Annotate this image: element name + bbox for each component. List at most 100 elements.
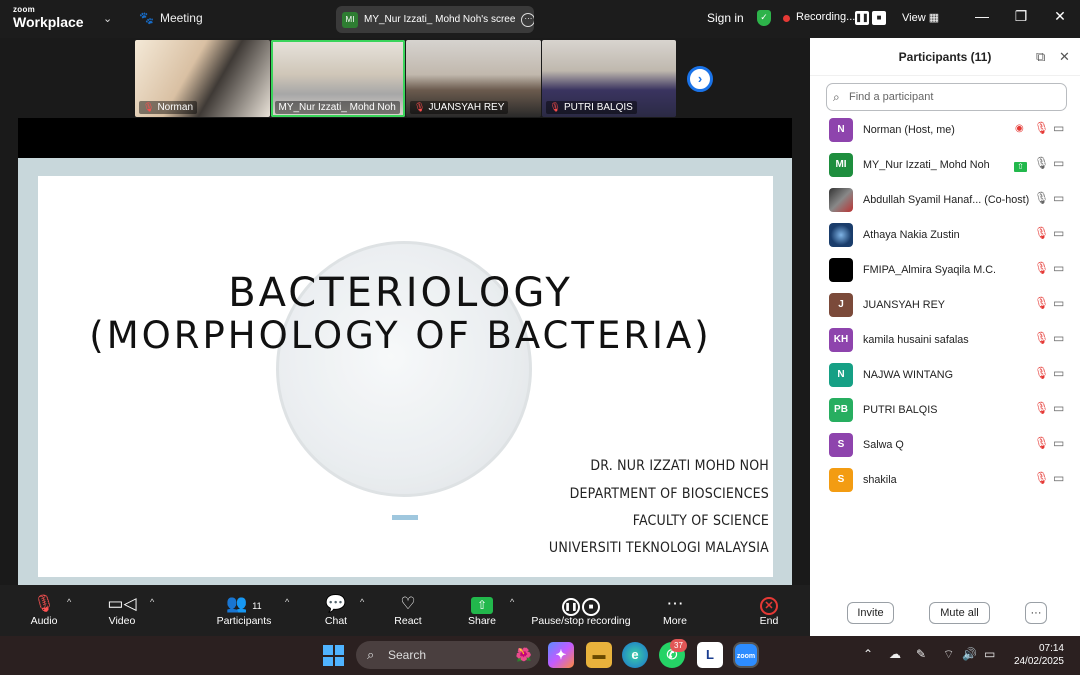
audio-button[interactable]: 🎙 Audio — [28, 593, 60, 627]
camera-off-icon[interactable]: ▭ — [1053, 366, 1064, 380]
author-line: DR. NUR IZZATI MOHD NOH — [590, 458, 769, 474]
file-explorer-icon[interactable]: ▬ — [586, 642, 612, 668]
mic-muted-icon[interactable]: 🎙 — [1034, 226, 1049, 240]
camera-off-icon[interactable]: ▭ — [1053, 156, 1064, 170]
taskbar-clock[interactable]: 07:14 24/02/2025 — [1010, 642, 1064, 668]
camera-off-icon[interactable]: ▭ — [1053, 331, 1064, 345]
camera-off-icon[interactable]: ▭ — [1053, 436, 1064, 450]
share-options-caret-icon[interactable]: ^ — [510, 597, 514, 607]
participant-row[interactable]: N Norman (Host, me) ◉ 🎙 ▭ — [810, 113, 1080, 148]
copilot-icon[interactable]: ✦ — [548, 642, 574, 668]
pause-stop-recording-button[interactable]: ❚❚ ■ Pause/stop recording — [530, 593, 632, 627]
close-panel-icon[interactable]: ✕ — [1059, 49, 1070, 65]
participant-row[interactable]: Abdullah Syamil Hanaf... (Co-host) 🎙 ▭ — [810, 183, 1080, 218]
faculty-line: FACULTY OF SCIENCE — [632, 513, 769, 529]
screen-share-indicator[interactable]: MI MY_Nur Izzati_ Mohd Noh's scree ··· — [336, 6, 534, 33]
participant-row[interactable]: N NAJWA WINTANG 🎙 ▭ — [810, 358, 1080, 393]
windows-start-icon[interactable] — [323, 645, 344, 666]
wifi-icon[interactable]: ⌔ — [943, 647, 954, 662]
react-button[interactable]: ♡ React — [392, 593, 424, 627]
participant-name: Norman (Host, me) — [863, 124, 955, 136]
app-l-icon[interactable]: L — [697, 642, 723, 668]
participant-row[interactable]: S Salwa Q 🎙 ▭ — [810, 428, 1080, 463]
restore-icon[interactable]: ❐ — [1011, 8, 1031, 25]
battery-icon[interactable]: ▭ — [984, 647, 995, 661]
video-tile-putri[interactable]: 🎙 PUTRI BALQIS — [541, 40, 676, 117]
mic-muted-icon[interactable]: 🎙 — [1034, 121, 1049, 135]
participant-name: Salwa Q — [863, 439, 904, 451]
participant-row[interactable]: KH kamila husaini safalas 🎙 ▭ — [810, 323, 1080, 358]
participant-row[interactable]: S shakila 🎙 ▭ — [810, 463, 1080, 498]
chevron-down-icon[interactable]: ⌄ — [103, 12, 112, 25]
participant-row[interactable]: PB PUTRI BALQIS 🎙 ▭ — [810, 393, 1080, 428]
mic-muted-icon[interactable]: 🎙 — [1034, 471, 1049, 485]
sign-in-link[interactable]: Sign in — [707, 11, 744, 25]
search-input[interactable]: ⌕ Find a participant — [826, 83, 1067, 111]
camera-off-icon[interactable]: ▭ — [1053, 261, 1064, 275]
camera-off-icon[interactable]: ▭ — [1053, 296, 1064, 310]
security-shield-icon[interactable]: ✓ — [757, 10, 771, 26]
chat-icon: 💬 — [325, 594, 347, 613]
invite-button[interactable]: Invite — [847, 602, 894, 624]
chat-button[interactable]: 💬 Chat — [322, 593, 350, 627]
pen-icon[interactable]: ✎ — [916, 647, 926, 661]
more-options-icon[interactable]: ··· — [521, 12, 534, 27]
share-screen-icon: ⇧ — [471, 597, 493, 614]
zoom-taskbar-icon[interactable]: zoom — [733, 642, 759, 668]
participants-button[interactable]: 👥 11 Participants — [213, 593, 275, 627]
participant-row[interactable]: FMIPA_Almira Syaqila M.C. 🎙 ▭ — [810, 253, 1080, 288]
view-menu[interactable]: View ▦ — [902, 11, 939, 24]
participants-count: 11 — [252, 601, 262, 611]
stop-recording-button[interactable]: ■ — [872, 11, 886, 25]
audio-options-caret-icon[interactable]: ^ — [67, 597, 71, 607]
video-button[interactable]: ▭◁ Video — [104, 593, 140, 627]
mic-muted-icon[interactable]: 🎙 — [1034, 331, 1049, 345]
edge-browser-icon[interactable]: e — [622, 642, 648, 668]
shared-screen: BACTERIOLOGY (MORPHOLOGY OF BACTERIA) DR… — [18, 158, 792, 585]
participants-options-caret-icon[interactable]: ^ — [285, 597, 289, 607]
tray-chevron-icon[interactable]: ⌃ — [863, 647, 873, 661]
close-icon[interactable]: ✕ — [1050, 8, 1070, 25]
end-call-icon: ✕ — [760, 597, 778, 615]
meeting-menu[interactable]: 🐾 Meeting — [139, 11, 203, 25]
minimize-icon[interactable]: — — [972, 8, 992, 24]
mic-muted-icon[interactable]: 🎙 — [1034, 296, 1049, 310]
participant-row[interactable]: J JUANSYAH REY 🎙 ▭ — [810, 288, 1080, 323]
slide-subtitle: (MORPHOLOGY OF BACTERIA) — [89, 314, 712, 357]
video-tile-juansyah[interactable]: 🎙 JUANSYAH REY — [406, 40, 541, 117]
mic-on-icon[interactable]: 🎙 — [1034, 156, 1049, 170]
mic-muted-icon: 🎙 — [549, 102, 561, 112]
pop-out-icon[interactable]: ⧉ — [1036, 49, 1045, 65]
windows-taskbar: ⌕ Search 🌺 ✦ ▬ e ✆ 37 L zoom ⌃ ☁ ✎ ⌔ 🔊 ▭… — [0, 636, 1080, 675]
video-tile-nur-izzati[interactable]: MY_Nur Izzati_ Mohd Noh — [270, 40, 405, 117]
pause-recording-button[interactable]: ❚❚ — [855, 11, 869, 25]
camera-off-icon[interactable]: ▭ — [1053, 226, 1064, 240]
camera-off-icon[interactable]: ▭ — [1053, 191, 1064, 205]
more-button[interactable]: ⋯ More — [660, 593, 690, 627]
volume-icon[interactable]: 🔊 — [962, 647, 977, 661]
participant-row[interactable]: MI MY_Nur Izzati_ Mohd Noh ⇧ 🎙 ▭ — [810, 148, 1080, 183]
mute-all-button[interactable]: Mute all — [929, 602, 990, 624]
zoom-workplace-logo[interactable]: zoom Workplace — [13, 6, 84, 30]
video-options-caret-icon[interactable]: ^ — [150, 597, 154, 607]
camera-off-icon[interactable]: ▭ — [1053, 401, 1064, 415]
heart-icon: ♡ — [400, 594, 416, 613]
clock-time: 07:14 — [1038, 643, 1064, 654]
mic-muted-icon[interactable]: 🎙 — [1034, 436, 1049, 450]
share-button[interactable]: ⇧ Share — [466, 593, 498, 627]
camera-off-icon[interactable]: ▭ — [1053, 471, 1064, 485]
chat-options-caret-icon[interactable]: ^ — [360, 597, 364, 607]
video-tile-norman[interactable]: 🎙 Norman — [135, 40, 270, 117]
mic-on-icon[interactable]: 🎙 — [1034, 191, 1049, 205]
mic-muted-icon[interactable]: 🎙 — [1034, 261, 1049, 275]
next-page-arrow-icon[interactable]: › — [687, 66, 713, 92]
camera-off-icon[interactable]: ▭ — [1053, 121, 1064, 135]
avatar: N — [829, 363, 853, 387]
taskbar-search[interactable]: ⌕ Search 🌺 — [356, 641, 540, 669]
end-button[interactable]: ✕ End — [755, 593, 783, 627]
more-options-button[interactable]: ··· — [1025, 602, 1047, 624]
participant-row[interactable]: Athaya Nakia Zustin 🎙 ▭ — [810, 218, 1080, 253]
mic-muted-icon[interactable]: 🎙 — [1034, 366, 1049, 380]
network-off-icon[interactable]: ☁ — [889, 647, 901, 661]
mic-muted-icon[interactable]: 🎙 — [1034, 401, 1049, 415]
